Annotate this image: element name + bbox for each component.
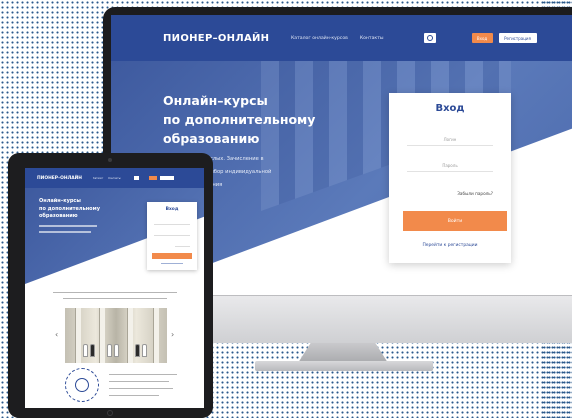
monitor-stand-neck [298,343,388,363]
tablet-hero-text-line [39,231,91,233]
tablet-search-icon[interactable] [133,176,139,180]
nav-link-contacts[interactable]: Контакты [360,36,384,41]
hero-title-line: образованию [163,131,260,146]
gallery-person [114,344,119,357]
tablet-hero-title-line: Онлайн–курсы [39,198,81,204]
gallery-person [142,344,147,357]
gallery-person [90,344,95,357]
tablet-camera [108,158,112,162]
tablet-hero-title-line: по дополнительному [39,205,100,212]
tablet-content-text [109,395,159,397]
tablet-gallery-image [65,308,167,363]
header-register-button[interactable]: Регистрация [498,33,537,43]
tablet-content-text [109,381,169,383]
search-icon[interactable] [423,33,436,43]
desktop-logo[interactable]: ПИОНЕР–ОНЛАЙН [163,33,291,44]
header-login-button[interactable]: Вход [471,33,493,43]
gallery-person [83,344,88,357]
tablet-hero-text-line [39,225,97,227]
tablet-content-text [53,292,177,294]
tablet-nav-link-catalog[interactable]: Каталог [93,177,103,180]
tablet-content-text [63,298,167,300]
desktop-hero-title: Онлайн–курсы по дополнительному образова… [163,91,315,148]
hero-title-line: Онлайн–курсы [163,93,268,108]
gallery-person [107,344,112,357]
tablet-home-button[interactable] [107,410,113,416]
tablet-content-text [109,388,173,390]
tablet-device: ПИОНЕР–ОНЛАЙН Каталог Контакты Онлайн–ку… [8,153,213,418]
desktop-login-card: Вход Логин Пароль Забыли пароль? Войти П… [389,93,511,263]
login-title: Вход [435,103,465,114]
tablet-forgot-link[interactable] [175,246,190,247]
nav-link-catalog[interactable]: Каталог онлайн-курсов [291,36,348,41]
hero-title-line: по дополнительному [163,112,316,127]
tablet-login-card: Вход [147,202,197,270]
tablet-login-submit[interactable] [152,253,192,259]
login-submit-button[interactable]: Войти [403,211,507,231]
tablet-logo[interactable]: ПИОНЕР–ОНЛАЙН [37,176,93,181]
chevron-right-icon[interactable]: › [171,330,174,339]
chevron-left-icon[interactable]: ‹ [55,330,58,339]
tablet-register-button[interactable] [159,176,174,180]
gallery-column [127,308,133,363]
tablet-login-field[interactable] [154,224,190,225]
tablet-navbar: ПИОНЕР–ОНЛАЙН Каталог Контакты [25,168,204,188]
register-link[interactable]: Перейти к регистрации [389,243,511,248]
gallery-column [75,308,81,363]
tablet-register-link[interactable] [161,263,183,265]
gallery-column [99,308,105,363]
tablet-password-field[interactable] [154,235,190,236]
desktop-navbar: ПИОНЕР–ОНЛАЙН Каталог онлайн-курсов Конт… [111,15,572,61]
tablet-hero-title: Онлайн–курсы по дополнительному образова… [39,198,100,221]
tablet-nav-link-contacts[interactable]: Контакты [108,177,120,180]
gallery-person [135,344,140,357]
login-field[interactable]: Логин [407,133,493,146]
forgot-password-link[interactable]: Забыли пароль? [457,191,493,196]
password-field[interactable]: Пароль [407,159,493,172]
tablet-content-text [109,374,177,376]
gallery-column [153,308,159,363]
tablet-login-button[interactable] [148,176,157,180]
tablet-login-title: Вход [165,207,179,212]
tablet-screen: ПИОНЕР–ОНЛАЙН Каталог Контакты Онлайн–ку… [25,168,204,408]
tablet-hero-title-line: образованию [39,213,78,219]
tablet-emblem-inner [75,378,89,392]
monitor-stand-base [255,361,433,371]
